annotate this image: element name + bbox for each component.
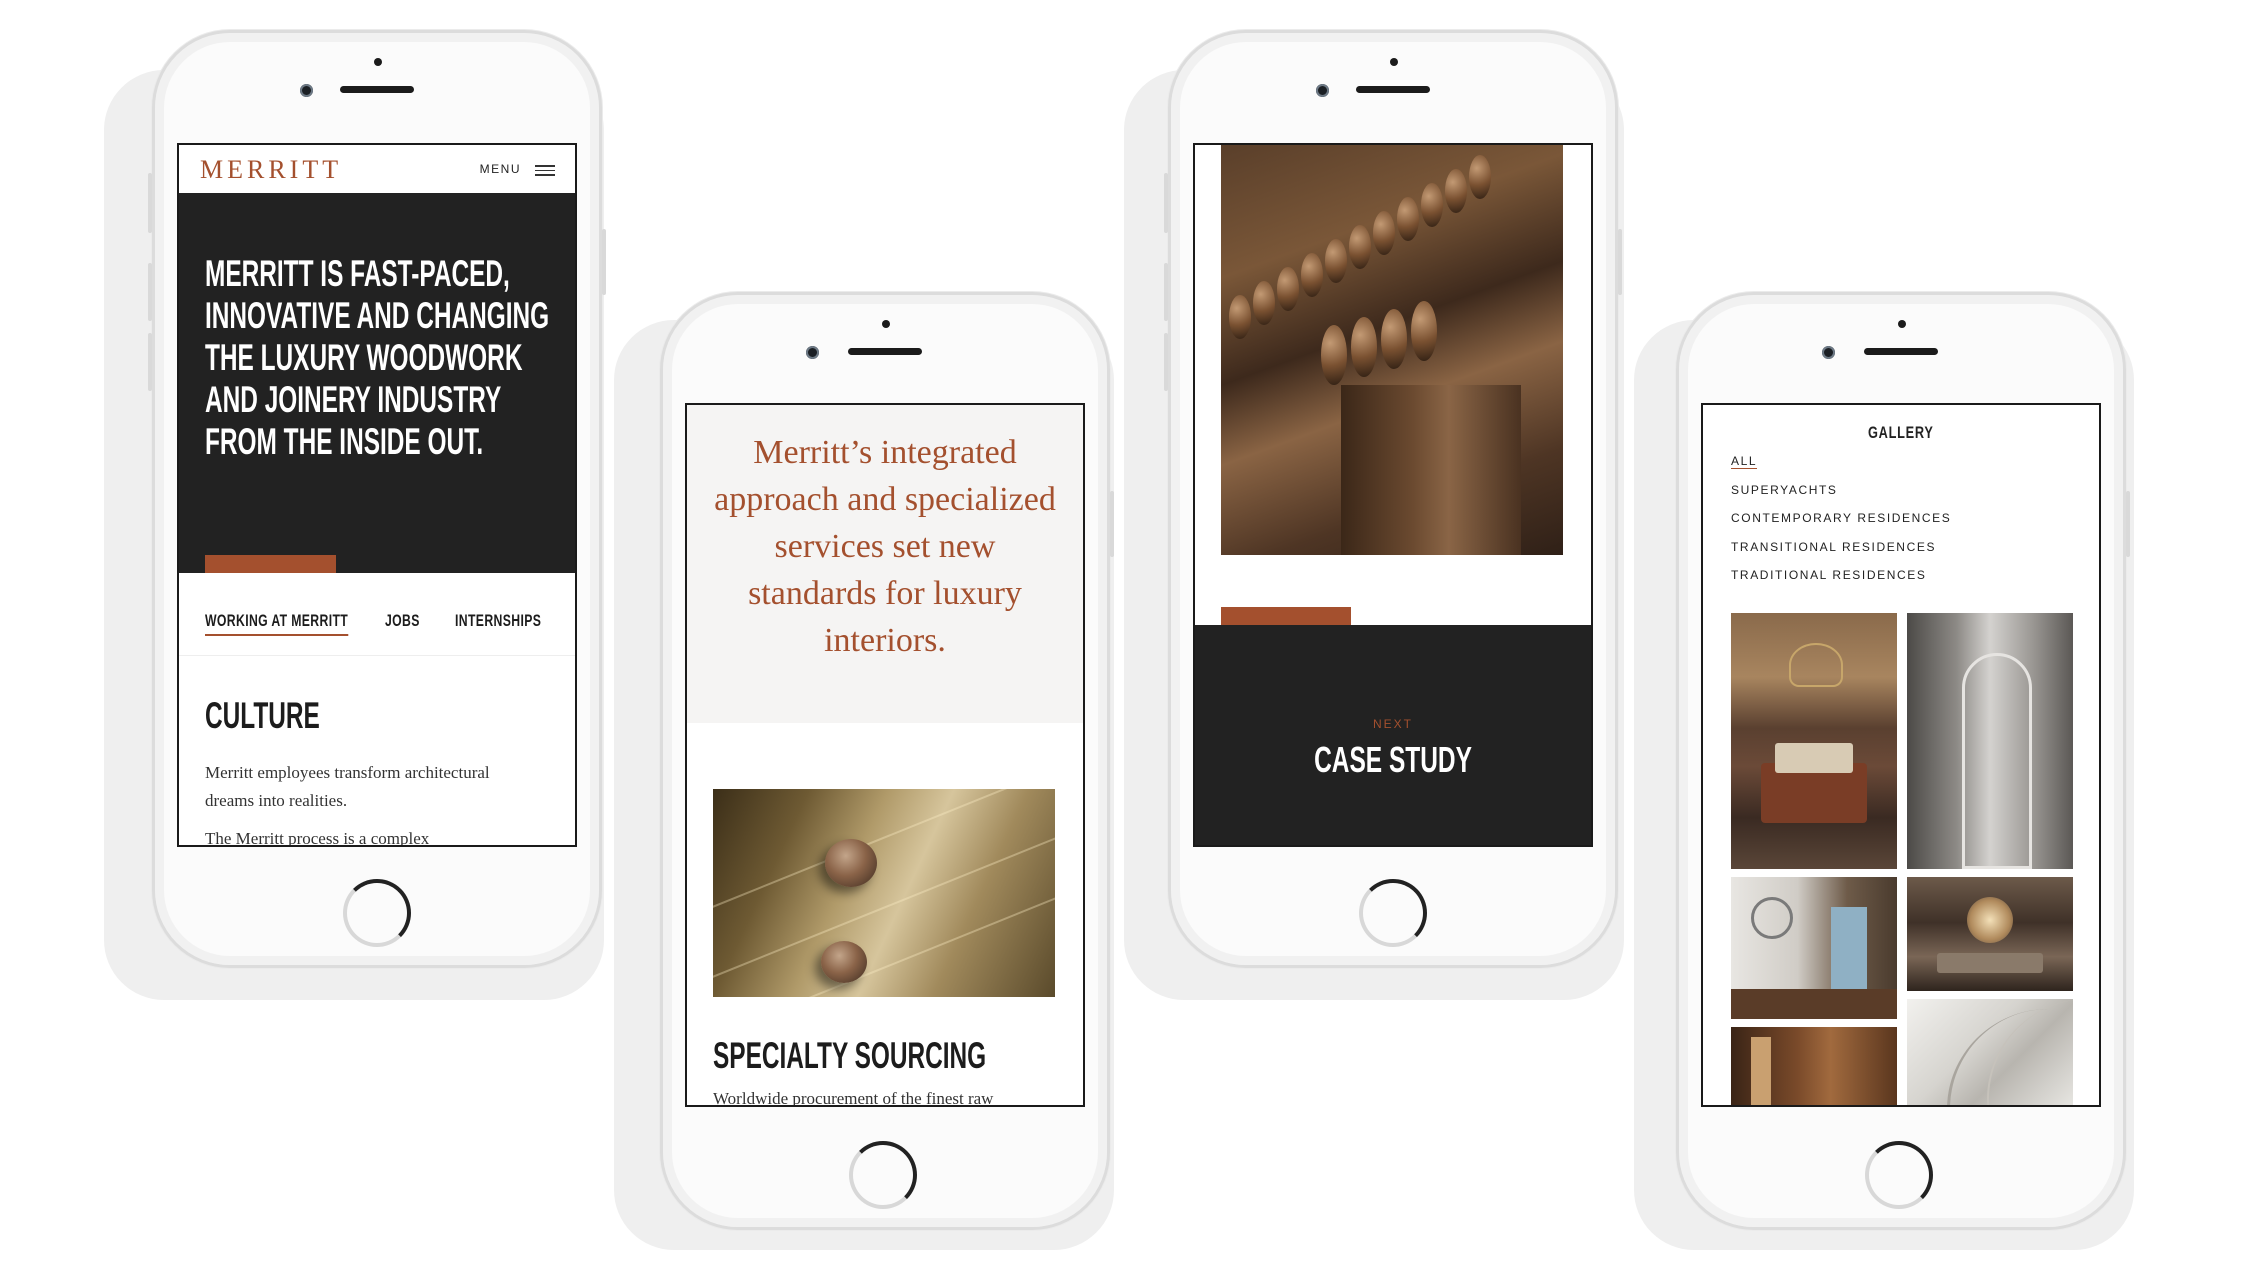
section-title: CULTURE [205, 695, 320, 736]
merritt-logo[interactable]: MERRITT [200, 155, 342, 185]
tab-jobs[interactable]: JOBS [385, 611, 420, 631]
front-camera-icon [806, 346, 819, 359]
phone-screen: NEXT CASE STUDY [1193, 143, 1593, 847]
front-camera-icon [1822, 346, 1835, 359]
hamburger-icon[interactable] [535, 165, 555, 176]
sensor-icon [882, 320, 890, 328]
culture-body: Merritt employees transform architectura… [205, 763, 490, 847]
hero-headline: MERRITT IS FAST-PACED, INNOVATIVE AND CH… [205, 253, 550, 462]
woodwork-detail-image [1221, 145, 1563, 555]
case-study-link[interactable]: CASE STUDY [1195, 739, 1591, 781]
phone-screen: Merritt’s integrated approach and specia… [685, 403, 1085, 1107]
earpiece-icon [1356, 86, 1430, 93]
home-button[interactable] [849, 1141, 917, 1209]
gallery-image-curved-ceiling[interactable] [1907, 999, 2073, 1105]
home-button[interactable] [1359, 879, 1427, 947]
filter-contemporary-residences[interactable]: CONTEMPORARY RESIDENCES [1731, 504, 1951, 533]
shagreen-detail-image [713, 789, 1055, 997]
hero-banner: MERRITT IS FAST-PACED, INNOVATIVE AND CH… [179, 193, 575, 573]
gallery-image-entry-hall[interactable] [1731, 877, 1897, 1019]
accent-bar [205, 555, 336, 573]
gallery-image-woodpanel[interactable] [1731, 1027, 1897, 1105]
phone-gallery: GALLERY ALL SUPERYACHTS CONTEMPORARY RES… [1676, 292, 2130, 1230]
gallery-image-bedroom[interactable] [1731, 613, 1897, 869]
section-tabs: WORKING AT MERRITT JOBS INTERNSHIPS [179, 573, 575, 656]
filter-transitional-residences[interactable]: TRANSITIONAL RESIDENCES [1731, 533, 1951, 562]
home-button[interactable] [1865, 1141, 1933, 1209]
gallery-filters: ALL SUPERYACHTS CONTEMPORARY RESIDENCES … [1731, 447, 1951, 590]
gallery-title: GALLERY [1868, 423, 1934, 442]
filter-traditional-residences[interactable]: TRADITIONAL RESIDENCES [1731, 561, 1951, 590]
gallery-image-salon[interactable] [1907, 877, 2073, 991]
front-camera-icon [1316, 84, 1329, 97]
phone-working-at-merritt: MERRITT MENU MERRITT IS FAST-PACED, INNO… [148, 30, 606, 968]
intro-quote: Merritt’s integrated approach and specia… [714, 434, 1056, 659]
site-header: MERRITT MENU [179, 145, 575, 193]
home-button[interactable] [343, 879, 411, 947]
section-title: SPECIALTY SOURCING [713, 1035, 987, 1076]
accent-bar [1221, 607, 1351, 625]
earpiece-icon [848, 348, 922, 355]
phone-screen: MERRITT MENU MERRITT IS FAST-PACED, INNO… [177, 143, 577, 847]
phone-case-study: NEXT CASE STUDY [1164, 30, 1622, 968]
sensor-icon [374, 58, 382, 66]
front-camera-icon [300, 84, 313, 97]
earpiece-icon [1864, 348, 1938, 355]
phone-screen: GALLERY ALL SUPERYACHTS CONTEMPORARY RES… [1701, 403, 2101, 1107]
tab-internships[interactable]: INTERNSHIPS [455, 611, 541, 631]
earpiece-icon [340, 86, 414, 93]
section-body: Worldwide procurement of the finest raw [713, 1089, 994, 1107]
gallery-image-archway[interactable] [1907, 613, 2073, 869]
sensor-icon [1390, 58, 1398, 66]
phone-specialty-sourcing: Merritt’s integrated approach and specia… [660, 292, 1114, 1230]
filter-all[interactable]: ALL [1731, 447, 1951, 476]
tab-working-at-merritt[interactable]: WORKING AT MERRITT [205, 611, 349, 636]
menu-label[interactable]: MENU [480, 162, 521, 176]
sensor-icon [1898, 320, 1906, 328]
next-case-panel[interactable] [1195, 625, 1591, 845]
filter-superyachts[interactable]: SUPERYACHTS [1731, 476, 1951, 505]
next-label: NEXT [1372, 717, 1413, 731]
